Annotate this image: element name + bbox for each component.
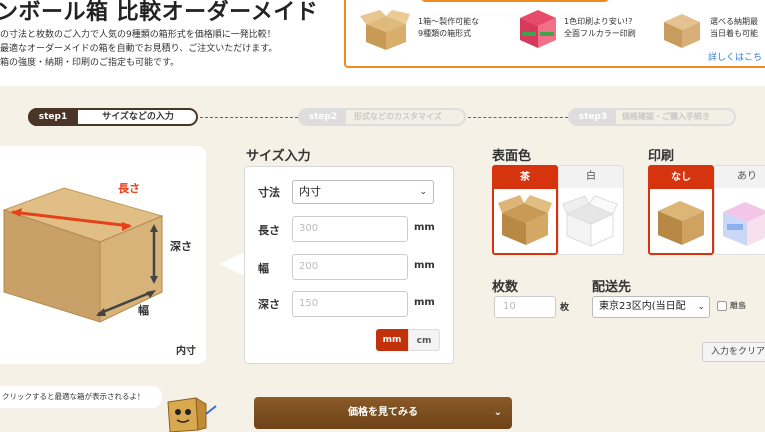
width-label: 幅: [138, 304, 149, 317]
unit-mm-toggle[interactable]: mm: [376, 329, 408, 351]
print-option-none[interactable]: なし: [648, 165, 714, 255]
feature-3: 選べる納期最 当日着も可能: [710, 16, 758, 40]
feature-banner-tab: [420, 0, 610, 2]
logo-box-icon: [723, 202, 765, 246]
depth-input[interactable]: 150: [292, 291, 408, 317]
details-link[interactable]: 詳しくはこち: [708, 50, 762, 63]
panel-pointer: [220, 252, 244, 276]
island-label: 離島: [730, 301, 746, 310]
feature-3-line: 当日着も可能: [710, 29, 758, 38]
quantity-title: 枚数: [492, 280, 519, 295]
step-2-label: 形式などのカスタマイズ: [354, 112, 442, 121]
open-box-icon: [360, 10, 410, 50]
length-input[interactable]: 300: [292, 216, 408, 242]
step-2-number: step2: [300, 110, 346, 124]
feature-3-line: 選べる納期最: [710, 17, 758, 26]
feature-2-line: 1色印刷より安い!?: [564, 17, 633, 26]
brown-box-icon: [498, 195, 552, 245]
shipping-value: 東京23区内(当日配: [599, 301, 686, 312]
step-connector: [200, 117, 298, 118]
step-1-label: サイズなどの入力: [102, 112, 174, 122]
color-option-brown[interactable]: 茶: [492, 165, 558, 255]
dimension-type-value: 内寸: [299, 185, 321, 198]
step-3-label: 価格確認・ご購入手続き: [622, 112, 710, 121]
feature-2-line: 全面フルカラー印刷: [564, 29, 636, 38]
width-field-label: 幅: [258, 262, 269, 275]
feature-1: 1箱～製作可能な 9種類の箱形式: [418, 16, 479, 40]
page-description: の寸法と枚数のご入力で人気の9種類の箱形式を価格順に一発比較！ 最適なオーダーメ…: [0, 28, 277, 70]
mascot-speech-bubble: クリックすると最適な箱が表示されるよ！: [0, 386, 162, 408]
dimension-type-label: 寸法: [258, 186, 280, 199]
description-line: 最適なオーダーメイドの箱を自動でお見積り、ご注文いただけます。: [0, 44, 278, 54]
view-price-button[interactable]: 価格を見てみる ⌄: [254, 397, 512, 429]
feature-1-line: 9種類の箱形式: [418, 29, 472, 38]
surface-color-title: 表面色: [492, 149, 532, 164]
length-label: 長さ: [118, 182, 140, 195]
print-option-yes[interactable]: あり: [714, 165, 765, 255]
feature-1-line: 1箱～製作可能な: [418, 17, 480, 26]
quantity-unit: 枚: [560, 303, 570, 313]
print-option-yes-label: あり: [715, 166, 765, 188]
inner-size-label: 内寸: [176, 346, 196, 357]
dimension-type-select[interactable]: 内寸 ⌄: [292, 180, 434, 204]
closed-box-icon: [664, 14, 700, 48]
feature-2: 1色印刷より安い!? 全面フルカラー印刷: [564, 16, 636, 40]
size-input-title: サイズ入力: [246, 149, 311, 164]
shipping-title: 配送先: [592, 280, 632, 295]
color-option-brown-label: 茶: [494, 167, 556, 189]
chevron-down-icon: ⌄: [419, 187, 427, 197]
width-unit: mm: [414, 260, 435, 271]
depth-field-label: 深さ: [258, 298, 280, 311]
page-title: ンボール箱 比較オーダーメイド: [0, 0, 319, 25]
plain-box-icon: [658, 201, 704, 245]
chevron-down-icon: ⌄: [493, 407, 502, 418]
view-price-label: 価格を見てみる: [348, 407, 418, 418]
shipping-select[interactable]: 東京23区内(当日配 ⌄: [592, 296, 710, 318]
step-connector: [468, 117, 568, 118]
description-line: 箱の強度・納期・印刷のご指定も可能です。: [0, 58, 180, 68]
width-input[interactable]: 200: [292, 254, 408, 280]
unit-cm-toggle[interactable]: cm: [408, 329, 440, 351]
island-checkbox[interactable]: [717, 301, 727, 311]
color-option-white[interactable]: 白: [558, 165, 624, 255]
color-box-icon: [520, 10, 556, 48]
description-line: の寸法と枚数のご入力で人気の9種類の箱形式を価格順に一発比較！: [0, 30, 276, 40]
chevron-down-icon: ⌄: [695, 297, 705, 317]
quantity-input[interactable]: 10: [494, 296, 556, 318]
step-3-number: step3: [570, 110, 616, 124]
printing-title: 印刷: [648, 149, 675, 164]
depth-label: 深さ: [170, 240, 192, 253]
clear-input-button[interactable]: 入力をクリア: [702, 342, 765, 362]
print-option-none-label: なし: [650, 167, 712, 189]
step-1-number: step1: [28, 108, 78, 126]
box-mascot-icon: [167, 397, 217, 432]
length-field-label: 長さ: [258, 224, 280, 237]
depth-unit: mm: [414, 297, 435, 308]
length-unit: mm: [414, 222, 435, 233]
color-option-white-label: 白: [559, 166, 623, 188]
white-box-icon: [562, 195, 618, 247]
